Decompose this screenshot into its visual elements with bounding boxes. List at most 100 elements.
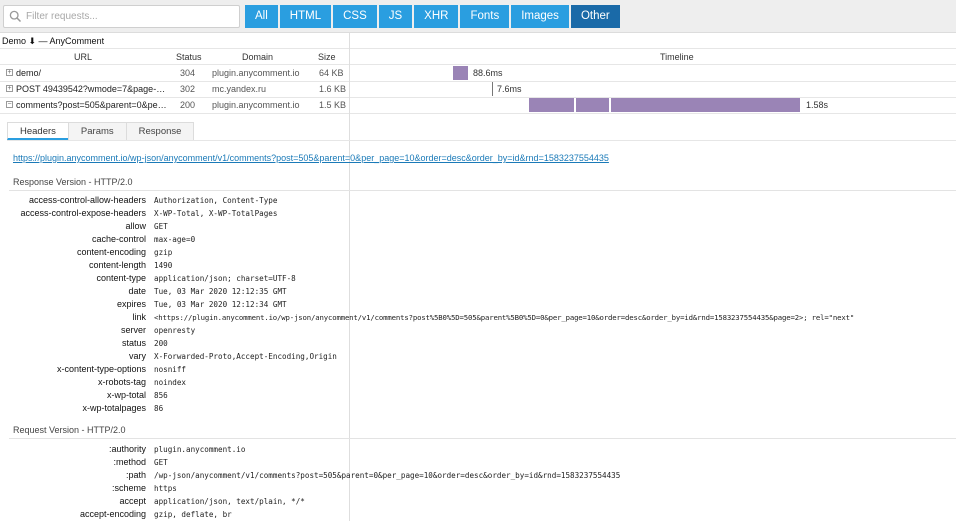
filter-all-button[interactable]: All: [245, 5, 278, 28]
header-name: expires: [116, 299, 146, 309]
header-row: vary X-Forwarded-Proto,Accept-Encoding,Or…: [0, 351, 956, 364]
page-group-title[interactable]: Demo ⬇ — AnyComment: [2, 36, 104, 47]
header-value: application/json, text/plain, */*: [154, 497, 305, 506]
header-name: x-wp-total: [106, 390, 146, 400]
request-url: POST 49439542?wmode=7&page-url=https%3A%…: [16, 84, 168, 94]
column-header-domain[interactable]: Domain: [242, 52, 273, 62]
header-value: X-WP-Total, X-WP-TotalPages: [154, 209, 278, 218]
header-row: access-control-expose-headers X-WP-Total,…: [0, 208, 956, 221]
detail-tabs: Headers Params Response: [7, 122, 195, 140]
header-name: access-control-expose-headers: [20, 208, 146, 218]
header-value: https: [154, 484, 177, 493]
header-name: :path: [125, 470, 146, 480]
timeline-bar-segment: [529, 98, 574, 112]
request-url-link[interactable]: https://plugin.anycomment.io/wp-json/any…: [13, 153, 609, 163]
request-size: 64 KB: [319, 68, 344, 78]
header-value: gzip: [154, 248, 173, 257]
header-value: Authorization, Content-Type: [154, 196, 278, 205]
header-row: status 200: [0, 338, 956, 351]
tab-params[interactable]: Params: [67, 122, 127, 140]
header-row: content-type application/json; charset=UT…: [0, 273, 956, 286]
header-value: nosniff: [154, 365, 187, 374]
header-value: 856: [154, 391, 168, 400]
header-row: server openresty: [0, 325, 956, 338]
column-header-size[interactable]: Size: [318, 52, 336, 62]
header-value: /wp-json/anycomment/v1/comments?post=505…: [154, 471, 621, 480]
header-name: access-control-allow-headers: [28, 195, 146, 205]
request-row[interactable]: + POST 49439542?wmode=7&page-url=https%3…: [0, 81, 956, 97]
header-row: x-content-type-options nosniff: [0, 364, 956, 377]
header-value: gzip, deflate, br: [154, 510, 232, 519]
header-value: 86: [154, 404, 164, 413]
header-name: vary: [128, 351, 146, 361]
header-value: 200: [154, 339, 168, 348]
divider: [0, 113, 956, 114]
tab-headers[interactable]: Headers: [7, 122, 69, 140]
header-row: link <https://plugin.anycomment.io/wp-jso…: [0, 312, 956, 325]
filter-input[interactable]: [26, 7, 236, 26]
network-toolbar: All HTML CSS JS XHR Fonts Images Other: [0, 0, 956, 33]
header-row: x-robots-tag noindex: [0, 377, 956, 390]
timeline-bar: [453, 66, 468, 80]
header-value: Tue, 03 Mar 2020 12:12:34 GMT: [154, 300, 287, 309]
header-row: content-encoding gzip: [0, 247, 956, 260]
header-value: Tue, 03 Mar 2020 12:12:35 GMT: [154, 287, 287, 296]
header-row: date Tue, 03 Mar 2020 12:12:35 GMT: [0, 286, 956, 299]
request-url: demo/: [16, 68, 42, 78]
expand-icon[interactable]: +: [6, 69, 13, 76]
header-name: x-wp-totalpages: [82, 403, 146, 413]
header-value: 1490: [154, 261, 173, 270]
header-name: date: [128, 286, 146, 296]
divider: [7, 140, 956, 141]
header-row: :method GET: [0, 457, 956, 470]
filter-search-box[interactable]: [3, 5, 240, 28]
header-row: :scheme https: [0, 483, 956, 496]
expand-icon[interactable]: +: [6, 85, 13, 92]
header-value: <https://plugin.anycomment.io/wp-json/an…: [154, 313, 855, 322]
response-section-title: Response Version - HTTP/2.0: [13, 177, 133, 187]
column-header-timeline[interactable]: Timeline: [660, 52, 694, 62]
header-name: cache-control: [91, 234, 146, 244]
request-domain: mc.yandex.ru: [212, 84, 267, 94]
header-row: x-wp-totalpages 86: [0, 403, 956, 416]
filter-fonts-button[interactable]: Fonts: [460, 5, 510, 28]
collapse-icon[interactable]: −: [6, 101, 13, 108]
header-value: noindex: [154, 378, 187, 387]
column-header-url[interactable]: URL: [74, 52, 92, 62]
timeline-bar-segment: [611, 98, 800, 112]
header-name: :method: [113, 457, 146, 467]
request-row-selected[interactable]: − comments?post=505&parent=0&per_page=10…: [0, 97, 956, 113]
header-row: access-control-allow-headers Authorizatio…: [0, 195, 956, 208]
header-value: openresty: [154, 326, 196, 335]
header-name: x-robots-tag: [97, 377, 146, 387]
filter-html-button[interactable]: HTML: [279, 5, 332, 28]
divider: [9, 190, 956, 191]
header-row: :authority plugin.anycomment.io: [0, 444, 956, 457]
filter-xhr-button[interactable]: XHR: [414, 5, 459, 28]
filter-js-button[interactable]: JS: [378, 5, 413, 28]
timeline-bar-segment: [576, 98, 609, 112]
header-name: accept-encoding: [79, 509, 146, 519]
header-name: link: [132, 312, 146, 322]
header-value: application/json; charset=UTF-8: [154, 274, 296, 283]
request-row[interactable]: + demo/ 304 plugin.anycomment.io 64 KB 8…: [0, 65, 956, 81]
header-row: allow GET: [0, 221, 956, 234]
header-name: server: [120, 325, 146, 335]
filter-other-button[interactable]: Other: [570, 5, 620, 28]
filter-css-button[interactable]: CSS: [333, 5, 377, 28]
header-row: x-wp-total 856: [0, 390, 956, 403]
tab-response[interactable]: Response: [125, 122, 195, 140]
timeline-duration: 1.58s: [806, 100, 829, 110]
timeline-bar: [492, 82, 493, 96]
request-domain: plugin.anycomment.io: [212, 68, 300, 78]
header-name: :scheme: [111, 483, 146, 493]
filter-images-button[interactable]: Images: [511, 5, 569, 28]
header-value: plugin.anycomment.io: [154, 445, 246, 454]
header-row: content-length 1490: [0, 260, 956, 273]
request-domain: plugin.anycomment.io: [212, 100, 300, 110]
header-row: accept-encoding gzip, deflate, br: [0, 509, 956, 521]
header-name: content-encoding: [76, 247, 146, 257]
timeline-duration: 88.6ms: [473, 68, 503, 78]
column-header-status[interactable]: Status: [176, 52, 202, 62]
header-row: :path/wp-json/anycomment/v1/comments?pos…: [0, 470, 956, 483]
